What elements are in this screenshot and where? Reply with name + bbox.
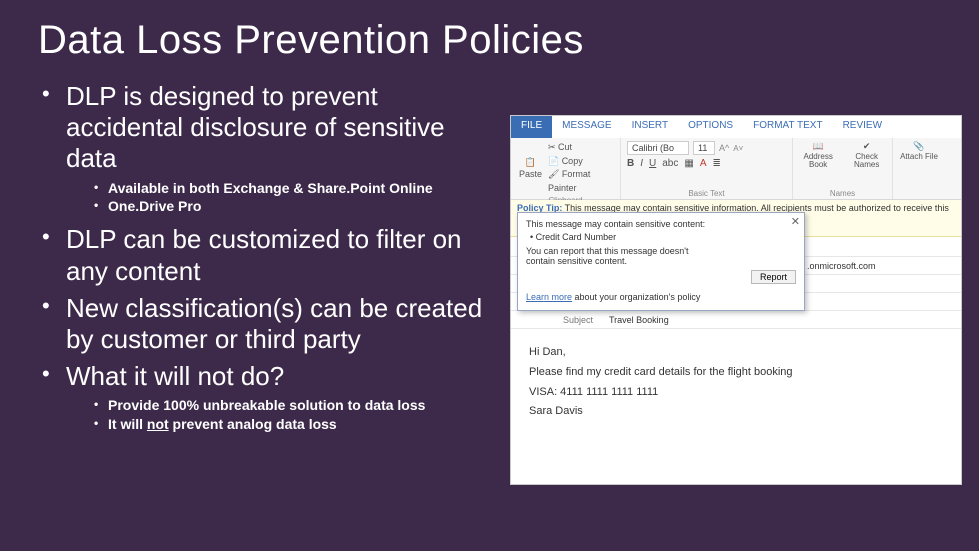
popup-title: This message may contain sensitive conte… xyxy=(526,219,796,229)
main-bullet-list: DLP is designed to prevent accidental di… xyxy=(38,81,498,434)
bullet-1b: One.Drive Pro xyxy=(66,197,498,216)
names-row: 📖 Address Book ✔ Check Names xyxy=(799,141,886,169)
font-color-button[interactable]: A xyxy=(700,158,707,169)
cut-button[interactable]: ✂ Cut xyxy=(548,141,614,155)
copy-button[interactable]: 📄 Copy xyxy=(548,155,614,169)
highlight-button[interactable]: ▦ xyxy=(684,158,693,169)
ribbon: 📋 Paste ✂ Cut 📄 Copy 🖌 Format Painter Cl… xyxy=(511,138,961,200)
bullet-1-sublist: Available in both Exchange & Share.Point… xyxy=(66,179,498,217)
strike-button[interactable]: abc xyxy=(662,158,678,169)
clipboard-row: 📋 Paste ✂ Cut 📄 Copy 🖌 Format Painter xyxy=(517,141,614,195)
font-row2: B I U abc ▦ A ≣ xyxy=(627,158,786,169)
bullet-4b-underlined: not xyxy=(147,416,169,432)
font-grow-icon[interactable]: A^ xyxy=(719,143,729,153)
address-book-button[interactable]: 📖 Address Book xyxy=(799,141,837,169)
tab-options[interactable]: OPTIONS xyxy=(678,116,743,138)
cut-label: Cut xyxy=(558,142,572,152)
font-controls: Calibri (Bo 11 A^ A˅ B I U abc ▦ A ≣ xyxy=(627,141,786,169)
body-visa: VISA: 4111 1111 1111 1111 xyxy=(529,383,943,403)
font-size-select[interactable]: 11 xyxy=(693,141,715,155)
body-line: Please find my credit card details for t… xyxy=(529,363,943,383)
paste-label: Paste xyxy=(519,169,542,179)
group-clipboard: 📋 Paste ✂ Cut 📄 Copy 🖌 Format Painter Cl… xyxy=(511,138,621,199)
ab-label: Address Book xyxy=(799,153,837,169)
tab-file[interactable]: FILE xyxy=(511,116,552,138)
bullet-4-text: What it will not do? xyxy=(66,361,284,391)
italic-button[interactable]: I xyxy=(640,158,643,169)
bullet-4b-post: prevent analog data loss xyxy=(169,416,337,432)
basic-text-group-label: Basic Text xyxy=(627,189,786,198)
clipboard-small: ✂ Cut 📄 Copy 🖌 Format Painter xyxy=(548,141,614,195)
body-sig: Sara Davis xyxy=(529,402,943,422)
brush-icon: 🖌 xyxy=(548,169,559,179)
copy-label: Copy xyxy=(562,156,583,166)
attach-file-button[interactable]: 📎 Attach File xyxy=(899,141,939,161)
bullets-icon[interactable]: ≣ xyxy=(713,158,721,169)
tab-review[interactable]: REVIEW xyxy=(833,116,892,138)
subject-value[interactable]: Travel Booking xyxy=(601,315,669,325)
copy-icon: 📄 xyxy=(548,156,559,166)
bullet-4: What it will not do? Provide 100% unbrea… xyxy=(38,361,498,434)
address-book-icon: 📖 xyxy=(813,141,824,152)
popup-item-text: Credit Card Number xyxy=(536,232,617,242)
paste-icon: 📋 xyxy=(525,157,536,168)
bullet-3: New classification(s) can be created by … xyxy=(38,293,498,355)
subject-label: Subject xyxy=(511,315,601,325)
popup-body: You can report that this message doesn't… xyxy=(526,246,706,266)
group-names: 📖 Address Book ✔ Check Names Names xyxy=(793,138,893,199)
bullet-2: DLP can be customized to filter on any c… xyxy=(38,224,498,286)
learn-more-link[interactable]: Learn more xyxy=(526,292,572,302)
check-names-icon: ✔ xyxy=(863,141,871,152)
font-family-select[interactable]: Calibri (Bo xyxy=(627,141,689,155)
bold-button[interactable]: B xyxy=(627,158,634,169)
learn-more-suffix: about your organization's policy xyxy=(572,292,700,302)
paste-button[interactable]: 📋 Paste xyxy=(517,157,544,179)
bullet-1a: Available in both Exchange & Share.Point… xyxy=(66,179,498,198)
attach-icon: 📎 xyxy=(913,141,924,152)
body-greeting: Hi Dan, xyxy=(529,343,943,363)
bullet-4b: It will not prevent analog data loss xyxy=(66,415,498,434)
format-painter-button[interactable]: 🖌 Format Painter xyxy=(548,168,614,195)
font-shrink-icon[interactable]: A˅ xyxy=(733,144,743,153)
attach-label: Attach File xyxy=(900,153,938,161)
group-include: 📎 Attach File xyxy=(893,138,945,199)
slide-title: Data Loss Prevention Policies xyxy=(38,18,941,63)
group-basic-text: Calibri (Bo 11 A^ A˅ B I U abc ▦ A ≣ xyxy=(621,138,793,199)
close-icon[interactable]: ✕ xyxy=(791,215,800,228)
underline-button[interactable]: U xyxy=(649,158,656,169)
bullet-1-text: DLP is designed to prevent accidental di… xyxy=(66,81,445,173)
learn-more-prefix: Learn more xyxy=(526,292,572,302)
names-group-label: Names xyxy=(799,189,886,198)
check-names-button[interactable]: ✔ Check Names xyxy=(847,141,886,169)
subject-row: Subject Travel Booking xyxy=(511,311,961,329)
bullet-column: DLP is designed to prevent accidental di… xyxy=(38,81,498,442)
tab-format-text[interactable]: FORMAT TEXT xyxy=(743,116,832,138)
slide: Data Loss Prevention Policies DLP is des… xyxy=(0,0,979,551)
bullet-4b-pre: It will xyxy=(108,416,147,432)
message-body[interactable]: Hi Dan, Please find my credit card detai… xyxy=(511,329,961,436)
bullet-1: DLP is designed to prevent accidental di… xyxy=(38,81,498,216)
bullet-4-sublist: Provide 100% unbreakable solution to dat… xyxy=(66,396,498,434)
font-row1: Calibri (Bo 11 A^ A˅ xyxy=(627,141,786,155)
tab-message[interactable]: MESSAGE xyxy=(552,116,621,138)
include-group-label xyxy=(899,189,939,198)
bullet-4a: Provide 100% unbreakable solution to dat… xyxy=(66,396,498,415)
report-button[interactable]: Report xyxy=(751,270,796,284)
popup-item: • Credit Card Number xyxy=(530,232,796,242)
ribbon-tabs: FILE MESSAGE INSERT OPTIONS FORMAT TEXT … xyxy=(511,116,961,138)
cut-icon: ✂ xyxy=(548,142,556,152)
policy-popup: ✕ This message may contain sensitive con… xyxy=(517,212,805,311)
outlook-screenshot: FILE MESSAGE INSERT OPTIONS FORMAT TEXT … xyxy=(510,115,962,485)
cn-label: Check Names xyxy=(847,153,886,169)
tab-insert[interactable]: INSERT xyxy=(622,116,679,138)
